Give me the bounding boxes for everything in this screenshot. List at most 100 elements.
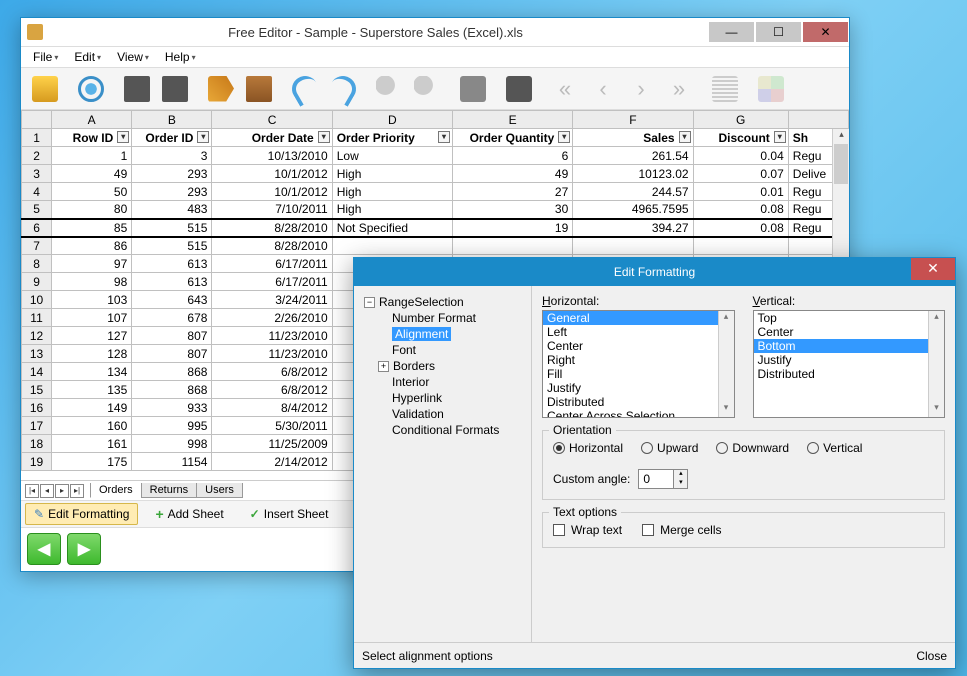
cell[interactable]: 161	[52, 435, 132, 453]
row-head[interactable]: 5	[22, 201, 52, 219]
cell[interactable]: 127	[52, 327, 132, 345]
cell[interactable]: 175	[52, 453, 132, 471]
tree-borders[interactable]: +Borders	[360, 358, 525, 374]
spin-down-icon[interactable]: ▾	[674, 479, 687, 488]
header-cell[interactable]: Sales▾	[573, 129, 693, 147]
cell[interactable]: 4965.7595	[573, 201, 693, 219]
cell[interactable]: 244.57	[573, 183, 693, 201]
cell[interactable]: 995	[132, 417, 212, 435]
filter-dropdown[interactable]: ▾	[117, 131, 129, 143]
horiz-general[interactable]: General	[543, 311, 734, 325]
cell[interactable]: Not Specified	[332, 219, 452, 237]
save-as-button[interactable]	[157, 71, 193, 107]
table-row[interactable]: 5804837/10/2011High304965.75950.08Regu	[22, 201, 849, 219]
menu-file[interactable]: File▾	[25, 47, 66, 67]
tree-validation[interactable]: Validation	[360, 406, 525, 422]
scroll-thumb[interactable]	[834, 144, 848, 184]
cell[interactable]: 80	[52, 201, 132, 219]
cell[interactable]: 49	[453, 165, 573, 183]
cell[interactable]	[332, 237, 452, 255]
col-header-corner[interactable]	[22, 111, 52, 129]
custom-angle-spinner[interactable]: ▴▾	[638, 469, 688, 489]
table-row[interactable]: 45029310/1/2012High27244.570.01Regu	[22, 183, 849, 201]
vertical-listbox[interactable]: Top Center Bottom Justify Distributed ▴▾	[753, 310, 946, 418]
header-cell[interactable]: Order Priority▾	[332, 129, 452, 147]
cell[interactable]: 86	[52, 237, 132, 255]
cell[interactable]: 678	[132, 309, 212, 327]
tree-conditional-formats[interactable]: Conditional Formats	[360, 422, 525, 438]
cell[interactable]: 8/28/2010	[212, 237, 332, 255]
row-head[interactable]: 2	[22, 147, 52, 165]
cell[interactable]	[693, 237, 788, 255]
cell[interactable]: 2/26/2010	[212, 309, 332, 327]
cell[interactable]: 933	[132, 399, 212, 417]
cell[interactable]: 11/25/2009	[212, 435, 332, 453]
row-head[interactable]: 6	[22, 219, 52, 237]
header-cell[interactable]: Discount▾	[693, 129, 788, 147]
edit-formatting-button[interactable]: ✎ Edit Formatting	[25, 503, 138, 525]
horiz-distributed[interactable]: Distributed	[543, 395, 734, 409]
tree-hyperlink[interactable]: Hyperlink	[360, 390, 525, 406]
cell[interactable]: 30	[453, 201, 573, 219]
merge-cells-checkbox[interactable]: Merge cells	[642, 523, 721, 537]
row-head[interactable]: 4	[22, 183, 52, 201]
scroll-up-arrow[interactable]: ▴	[834, 129, 849, 144]
cell[interactable]: 6/8/2012	[212, 363, 332, 381]
nav-last-sheet[interactable]: ▸|	[70, 484, 84, 498]
cell[interactable]: 261.54	[573, 147, 693, 165]
minimize-button[interactable]: —	[709, 22, 754, 42]
menu-edit[interactable]: Edit▾	[66, 47, 109, 67]
cell[interactable]: 394.27	[573, 219, 693, 237]
cell[interactable]: 85	[52, 219, 132, 237]
cell[interactable]: 10123.02	[573, 165, 693, 183]
vert-scroll[interactable]: ▴▾	[928, 311, 944, 417]
cell[interactable]: 3/24/2011	[212, 291, 332, 309]
filter-dropdown[interactable]: ▾	[438, 131, 450, 143]
col-header-G[interactable]: G	[693, 111, 788, 129]
row-head[interactable]: 19	[22, 453, 52, 471]
sheet-tab-users[interactable]: Users	[196, 483, 243, 498]
redo-button[interactable]	[325, 71, 361, 107]
zoom-out-button[interactable]	[371, 71, 407, 107]
radio-vertical[interactable]: Vertical	[807, 441, 862, 455]
sheet-tab-orders[interactable]: Orders	[90, 483, 142, 498]
undo-button[interactable]	[287, 71, 323, 107]
cell[interactable]: 868	[132, 363, 212, 381]
horiz-cas[interactable]: Center Across Selection	[543, 409, 734, 418]
row-head[interactable]: 9	[22, 273, 52, 291]
col-header-corner[interactable]	[788, 111, 848, 129]
row-head[interactable]: 13	[22, 345, 52, 363]
cell[interactable]: 128	[52, 345, 132, 363]
prev-button[interactable]: ‹	[585, 71, 621, 107]
cell[interactable]: 160	[52, 417, 132, 435]
collapse-icon[interactable]: −	[364, 297, 375, 308]
horiz-right[interactable]: Right	[543, 353, 734, 367]
open-folder-button[interactable]	[27, 71, 63, 107]
vert-bottom[interactable]: Bottom	[754, 339, 945, 353]
sheet-tab-returns[interactable]: Returns	[141, 483, 198, 498]
row-head[interactable]: 10	[22, 291, 52, 309]
zoom-in-button[interactable]	[409, 71, 445, 107]
big-nav-forward[interactable]: ▶	[67, 533, 101, 565]
horizontal-listbox[interactable]: General Left Center Right Fill Justify D…	[542, 310, 735, 418]
next-button[interactable]: ›	[623, 71, 659, 107]
nav-first-sheet[interactable]: |◂	[25, 484, 39, 498]
row-head[interactable]: 11	[22, 309, 52, 327]
wrap-text-checkbox[interactable]: Wrap text	[553, 523, 622, 537]
refresh-button[interactable]	[73, 71, 109, 107]
radio-upward[interactable]: Upward	[641, 441, 698, 455]
cell[interactable]: 0.08	[693, 201, 788, 219]
row-head[interactable]: 8	[22, 255, 52, 273]
filter-dropdown[interactable]: ▾	[197, 131, 209, 143]
cell[interactable]	[453, 237, 573, 255]
cell[interactable]: 1154	[132, 453, 212, 471]
cell[interactable]: 613	[132, 255, 212, 273]
filter-dropdown[interactable]: ▾	[774, 131, 786, 143]
cell[interactable]: 7/10/2011	[212, 201, 332, 219]
horiz-justify[interactable]: Justify	[543, 381, 734, 395]
dialog-tree[interactable]: −RangeSelection Number Format Alignment …	[354, 286, 532, 642]
cell[interactable]: Low	[332, 147, 452, 165]
table-row[interactable]: 34929310/1/2012High4910123.020.07Delive	[22, 165, 849, 183]
last-button[interactable]: »	[661, 71, 697, 107]
cell[interactable]: 0.08	[693, 219, 788, 237]
